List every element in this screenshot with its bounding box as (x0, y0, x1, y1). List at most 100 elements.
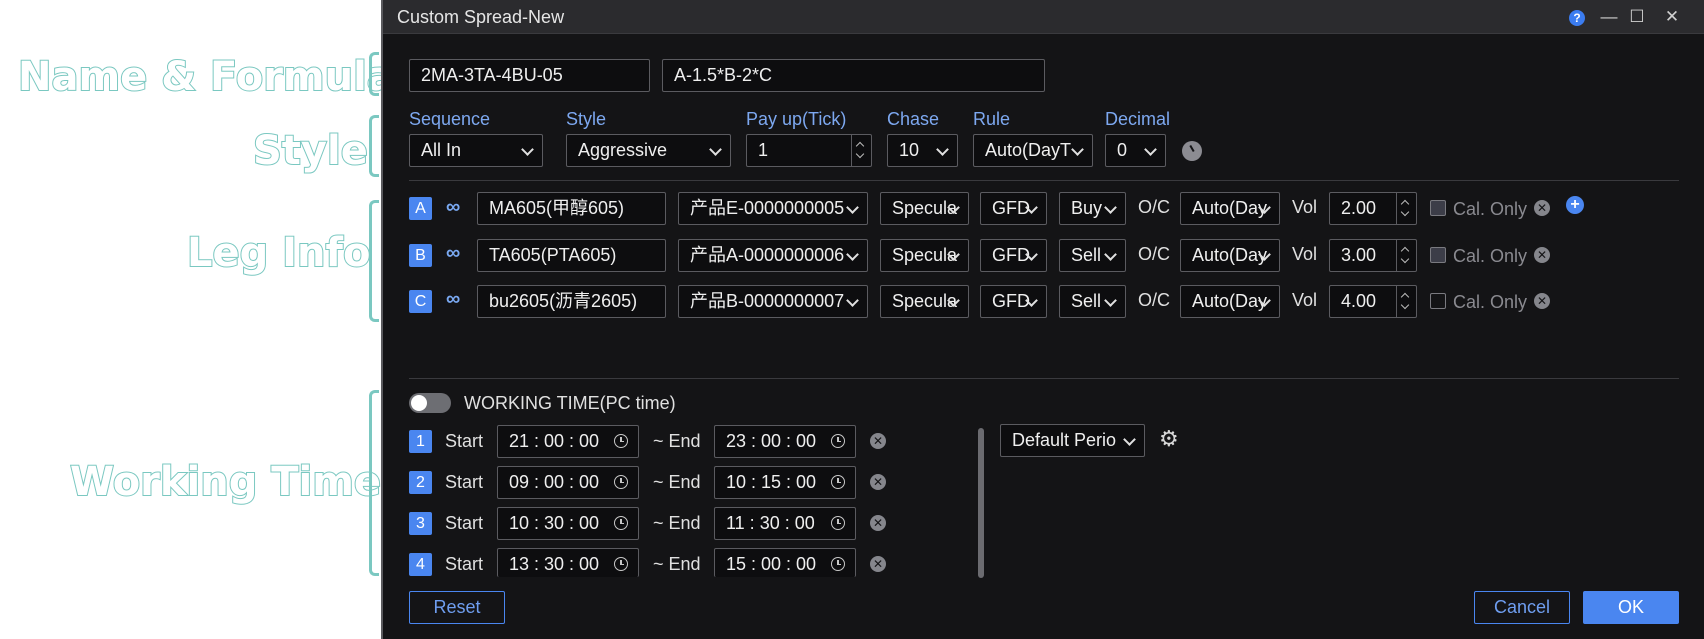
leg-c-vol-stepper[interactable]: 4.00 (1329, 285, 1417, 318)
period-4-start-input[interactable]: 13 : 30 : 00 (497, 548, 639, 577)
leg-c-oc-select[interactable]: Auto(Day (1180, 285, 1280, 318)
style-select[interactable]: Aggressive (566, 134, 731, 167)
leg-a-vol-label: Vol (1292, 197, 1318, 217)
leg-b-tif-select[interactable]: GFD (980, 239, 1047, 272)
leg-b-vol-spin[interactable] (1396, 240, 1416, 271)
leg-a-vol-spin[interactable] (1396, 193, 1416, 224)
leg-b-contract-input[interactable]: TA605(PTA605) (477, 239, 666, 272)
title-bar[interactable]: Custom Spread-New ? — ☐ ✕ (383, 0, 1704, 34)
leg-b-account-select[interactable]: 产品A-0000000006 (678, 239, 868, 272)
close-button[interactable]: ✕ (1661, 6, 1683, 28)
leg-a-oc-label: O/C (1138, 197, 1171, 217)
sequence-select[interactable]: All In (409, 134, 543, 167)
annotation-leg-info: Leg Info (186, 230, 371, 276)
leg-c-side-select[interactable]: Sell (1059, 285, 1126, 318)
style-label: Style (566, 109, 607, 129)
cancel-button[interactable]: Cancel (1474, 591, 1570, 624)
decimal-select[interactable]: 0 (1105, 134, 1166, 167)
bracket-working-time (369, 390, 379, 576)
leg-c-side-value: Sell (1071, 291, 1102, 311)
ok-button[interactable]: OK (1583, 591, 1679, 624)
leg-c-contract-input[interactable]: bu2605(沥青2605) (477, 285, 666, 318)
decimal-value: 0 (1117, 140, 1128, 160)
window-title: Custom Spread-New (397, 7, 565, 27)
period-3-end-input[interactable]: 11 : 30 : 00 (714, 507, 856, 540)
leg-b-side-select[interactable]: Sell (1059, 239, 1126, 272)
leg-a-oc-select[interactable]: Auto(Day (1180, 192, 1280, 225)
leg-a-side-value: Buy (1071, 198, 1103, 218)
leg-c-hedge-select[interactable]: Specula (880, 285, 969, 318)
leg-c-tif-select[interactable]: GFD (980, 285, 1047, 318)
period-3-remove-icon[interactable]: ✕ (870, 515, 886, 531)
custom-spread-dialog: Custom Spread-New ? — ☐ ✕ 2MA-3TA-4BU-05… (381, 0, 1704, 639)
reset-button[interactable]: Reset (409, 591, 505, 624)
maximize-button[interactable]: ☐ (1626, 6, 1648, 28)
minimize-button[interactable]: — (1598, 6, 1620, 28)
link-icon[interactable]: ∞ (446, 289, 460, 309)
leg-a-tif-select[interactable]: GFD (980, 192, 1047, 225)
clock-icon[interactable] (614, 557, 628, 571)
clock-icon[interactable] (614, 475, 628, 489)
leg-a-vol-stepper[interactable]: 2.00 (1329, 192, 1417, 225)
leg-b-oc-value: Auto(Day (1192, 245, 1268, 265)
timer-icon[interactable] (1182, 141, 1202, 161)
leg-c-oc-label: O/C (1138, 290, 1171, 310)
period-3-start-input[interactable]: 10 : 30 : 00 (497, 507, 639, 540)
chase-select[interactable]: 10 (887, 134, 958, 167)
working-time-scrollbar[interactable] (978, 428, 984, 578)
clock-icon[interactable] (831, 557, 845, 571)
period-4-remove-icon[interactable]: ✕ (870, 556, 886, 572)
clock-icon[interactable] (614, 434, 628, 448)
period-1-badge: 1 (409, 430, 432, 453)
leg-a-contract-input[interactable]: MA605(甲醇605) (477, 192, 666, 225)
leg-b-hedge-select[interactable]: Specula (880, 239, 969, 272)
leg-a-side-select[interactable]: Buy (1059, 192, 1126, 225)
clock-icon[interactable] (831, 516, 845, 530)
decimal-label: Decimal (1105, 109, 1171, 129)
link-icon[interactable]: ∞ (446, 243, 460, 263)
leg-b-oc-label: O/C (1138, 244, 1171, 264)
leg-c-remove-icon[interactable]: ✕ (1534, 293, 1550, 309)
leg-b-remove-icon[interactable]: ✕ (1534, 247, 1550, 263)
leg-c-vol-label: Vol (1292, 290, 1318, 310)
help-button[interactable]: ? (1566, 6, 1588, 28)
link-icon[interactable]: ∞ (446, 197, 460, 217)
period-2-remove-icon[interactable]: ✕ (870, 474, 886, 490)
leg-b-oc-select[interactable]: Auto(Day (1180, 239, 1280, 272)
period-2-start-input[interactable]: 09 : 00 : 00 (497, 466, 639, 499)
leg-a-remove-icon[interactable]: ✕ (1534, 200, 1550, 216)
working-time-toggle[interactable] (409, 393, 451, 413)
leg-c-badge: C (409, 290, 432, 313)
payup-spin-buttons[interactable] (851, 135, 871, 166)
clock-icon[interactable] (831, 434, 845, 448)
leg-a-cal-only-checkbox[interactable] (1430, 200, 1446, 216)
spread-name-input[interactable]: 2MA-3TA-4BU-05 (409, 59, 650, 92)
period-4-end-label: ~ End (653, 554, 701, 574)
gear-icon[interactable]: ⚙ (1159, 428, 1179, 450)
leg-b-cal-only-checkbox[interactable] (1430, 247, 1446, 263)
formula-input[interactable]: A-1.5*B-2*C (662, 59, 1045, 92)
leg-b-vol-stepper[interactable]: 3.00 (1329, 239, 1417, 272)
leg-a-account-select[interactable]: 产品E-0000000005 (678, 192, 868, 225)
bracket-leg-info (369, 200, 379, 322)
period-1-start-label: Start (445, 431, 484, 451)
clock-icon[interactable] (831, 475, 845, 489)
period-4-end-input[interactable]: 15 : 00 : 00 (714, 548, 856, 577)
leg-c-account-select[interactable]: 产品B-0000000007 (678, 285, 868, 318)
leg-c-vol-spin[interactable] (1396, 286, 1416, 317)
clock-icon[interactable] (614, 516, 628, 530)
payup-label: Pay up(Tick) (746, 109, 847, 129)
payup-stepper[interactable]: 1 (746, 134, 872, 167)
leg-b-badge: B (409, 244, 432, 267)
leg-a-hedge-select[interactable]: Specula (880, 192, 969, 225)
period-1-end-input[interactable]: 23 : 00 : 00 (714, 425, 856, 458)
period-1-remove-icon[interactable]: ✕ (870, 433, 886, 449)
period-1-start-input[interactable]: 21 : 00 : 00 (497, 425, 639, 458)
period-template-select[interactable]: Default Perio (1000, 424, 1145, 457)
leg-b-vol-value: 3.00 (1341, 245, 1377, 265)
rule-select[interactable]: Auto(DayT (973, 134, 1093, 167)
leg-c-cal-only-checkbox[interactable] (1430, 293, 1446, 309)
period-3-start-value: 10 : 30 : 00 (509, 513, 600, 533)
add-leg-icon[interactable]: + (1566, 196, 1584, 214)
period-2-end-input[interactable]: 10 : 15 : 00 (714, 466, 856, 499)
